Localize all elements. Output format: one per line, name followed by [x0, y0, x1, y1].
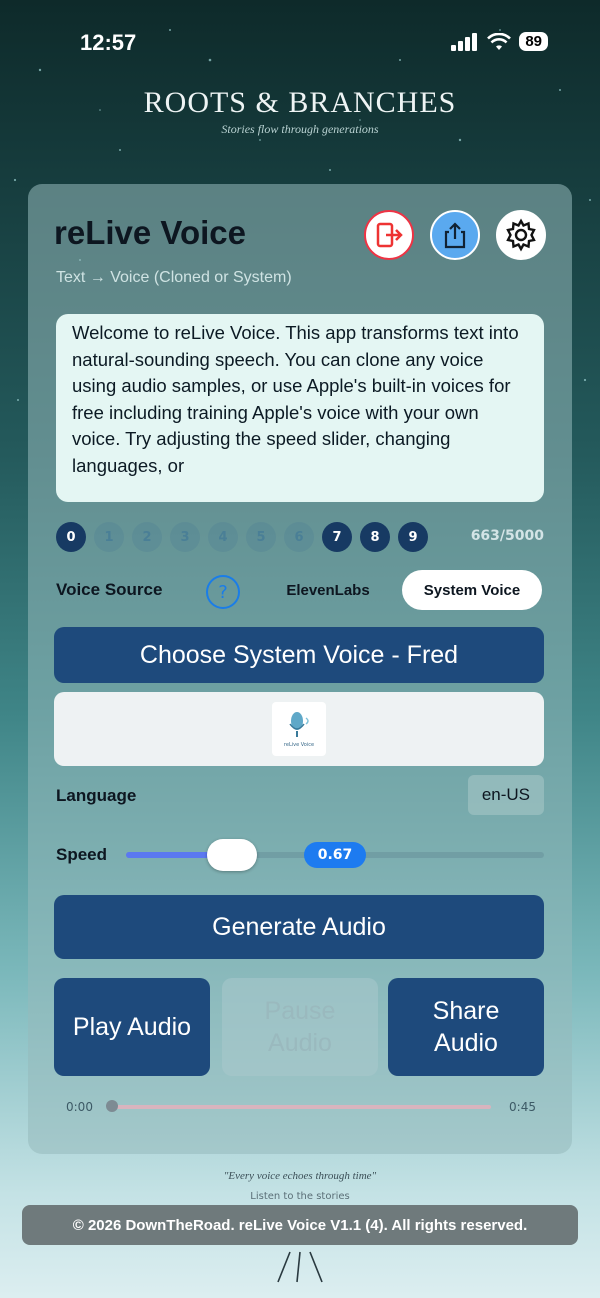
status-bar: 12:57 89 [0, 26, 600, 62]
playback-thumb[interactable] [106, 1100, 118, 1112]
page-dot[interactable]: 2 [132, 522, 162, 552]
playback-track[interactable] [116, 1105, 491, 1109]
page-dot[interactable]: 8 [360, 522, 390, 552]
page-dot[interactable]: 6 [284, 522, 314, 552]
share-audio-button[interactable]: Share Audio [388, 978, 544, 1076]
text-input[interactable]: Welcome to reLive Voice. This app transf… [56, 314, 544, 502]
logo-text: reLive Voice [283, 742, 315, 748]
current-time: 0:00 [66, 1100, 93, 1114]
choose-voice-button[interactable]: Choose System Voice - Fred [54, 627, 544, 683]
main-card: reLive Voice Text → Voice (Cloned or Sys… [28, 184, 572, 1154]
share-icon [444, 222, 466, 249]
brand-header: ROOTS & BRANCHES Stories flow through ge… [0, 86, 600, 137]
settings-button[interactable] [496, 210, 546, 260]
page-dot[interactable]: 3 [170, 522, 200, 552]
voice-preview-panel: reLive Voice [54, 692, 544, 766]
page-selector: 0 1 2 3 4 5 6 7 8 9 [56, 522, 428, 552]
cellular-signal-icon [451, 32, 478, 51]
language-selector[interactable]: en-US [467, 775, 544, 815]
page-dot[interactable]: 9 [398, 522, 428, 552]
page-dot[interactable]: 1 [94, 522, 124, 552]
page-dot[interactable]: 7 [322, 522, 352, 552]
app-title: reLive Voice [54, 214, 246, 251]
logout-button[interactable] [364, 210, 414, 260]
brand-title: ROOTS & BRANCHES [143, 86, 457, 119]
roots-decoration-icon [277, 1251, 323, 1283]
logout-icon [376, 222, 403, 248]
footer-listen: Listen to the stories [250, 1191, 350, 1202]
voice-source-system[interactable]: System Voice [402, 570, 542, 610]
status-icons: 89 [451, 32, 548, 51]
duration-time: 0:45 [509, 1100, 536, 1114]
speed-slider-thumb[interactable] [207, 839, 257, 871]
character-count: 663/5000 [470, 528, 544, 544]
page-dot[interactable]: 5 [246, 522, 276, 552]
help-button[interactable]: ? [206, 575, 240, 609]
pause-audio-button[interactable]: Pause Audio [222, 978, 378, 1076]
play-audio-button[interactable]: Play Audio [54, 978, 210, 1076]
page-dot[interactable]: 4 [208, 522, 238, 552]
app-logo: reLive Voice [272, 702, 326, 756]
brand-tagline: Stories flow through generations [221, 122, 379, 136]
copyright-footer: © 2026 DownTheRoad. reLive Voice V1.1 (4… [22, 1205, 578, 1245]
share-button[interactable] [430, 210, 480, 260]
gear-icon [506, 218, 536, 252]
generate-audio-button[interactable]: Generate Audio [54, 895, 544, 959]
microphone-logo-icon [289, 712, 309, 737]
status-time: 12:57 [80, 30, 137, 55]
speed-label: Speed [56, 845, 108, 864]
language-label: Language [56, 786, 137, 805]
wifi-icon [487, 32, 512, 50]
battery-indicator: 89 [519, 32, 548, 51]
voice-source-elevenlabs[interactable]: ElevenLabs [260, 570, 396, 610]
speed-value-badge: 0.67 [304, 842, 366, 868]
page-dot[interactable]: 0 [56, 522, 86, 552]
voice-source-label: Voice Source [56, 580, 163, 599]
playback-progress: 0:00 0:45 [66, 1096, 536, 1116]
app-subtitle: Text → Voice (Cloned or System) [56, 269, 292, 286]
footer-quote: "Every voice echoes through time" [223, 1170, 377, 1182]
